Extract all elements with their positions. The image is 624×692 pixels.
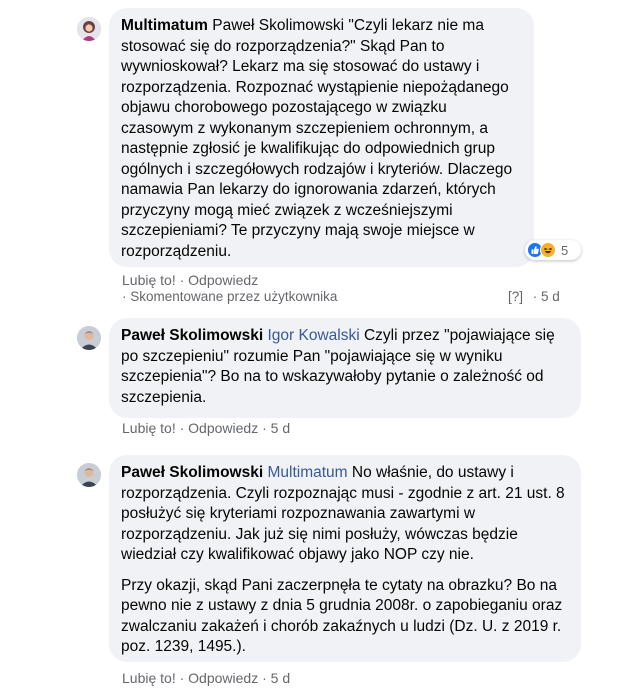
comment-bubble: Paweł Skolimowski Igor Kowalski Czyli pr… bbox=[109, 318, 581, 418]
mention-link[interactable]: Igor Kowalski bbox=[267, 327, 359, 344]
comment-paragraph: Paweł Skolimowski Multimatum No właśnie,… bbox=[121, 463, 569, 566]
unknown-marker: [?] bbox=[508, 289, 524, 304]
comment-author[interactable]: Paweł Skolimowski bbox=[121, 327, 263, 344]
like-link[interactable]: Lubię to! bbox=[122, 670, 176, 686]
commented-by-text: · Skomentowane przez użytkownika bbox=[122, 289, 338, 304]
comment-timestamp[interactable]: 5 d bbox=[271, 670, 290, 686]
comment-bubble: Paweł Skolimowski Multimatum No właśnie,… bbox=[109, 455, 581, 662]
separator-dot: · bbox=[179, 420, 185, 436]
comment-author[interactable]: Multimatum bbox=[121, 17, 208, 34]
reply-link[interactable]: Odpowiedz bbox=[188, 272, 258, 288]
reaction-count: 5 bbox=[561, 242, 569, 258]
separator-dot: · bbox=[179, 670, 185, 686]
separator-dot: · bbox=[262, 670, 267, 686]
comment-author[interactable]: Paweł Skolimowski bbox=[121, 464, 263, 481]
comment-text: Paweł Skolimowski "Czyli lekarz nie ma s… bbox=[121, 17, 513, 260]
haha-reaction-icon bbox=[540, 242, 556, 258]
avatar-woman-icon bbox=[77, 17, 101, 41]
reply-link[interactable]: Odpowiedz bbox=[188, 670, 258, 686]
avatar-man-icon bbox=[77, 463, 101, 487]
reactions-badge[interactable]: 5 bbox=[525, 240, 581, 260]
comment-paragraph: Przy okazji, skąd Pani zaczerpnęła te cy… bbox=[121, 576, 563, 656]
comment-actions: Lubię to! · Odpowiedz · 5 d bbox=[122, 419, 290, 437]
comment-timestamp[interactable]: · 5 d bbox=[533, 289, 560, 304]
reply-link[interactable]: Odpowiedz bbox=[188, 420, 258, 436]
avatar[interactable] bbox=[77, 17, 101, 41]
like-link[interactable]: Lubię to! bbox=[122, 272, 176, 288]
avatar[interactable] bbox=[77, 463, 101, 487]
comment-meta: [?] · 5 d bbox=[508, 289, 560, 304]
avatar[interactable] bbox=[77, 326, 101, 350]
comment-actions: Lubię to! · Odpowiedz · 5 d bbox=[122, 669, 290, 687]
separator-dot: · bbox=[262, 420, 267, 436]
comment-bubble: Multimatum Paweł Skolimowski "Czyli leka… bbox=[109, 8, 534, 267]
comment-actions: Lubię to! · Odpowiedz bbox=[122, 271, 258, 289]
like-link[interactable]: Lubię to! bbox=[122, 420, 176, 436]
comment-timestamp[interactable]: 5 d bbox=[271, 420, 290, 436]
mention-link[interactable]: Multimatum bbox=[267, 464, 347, 481]
separator-dot: · bbox=[179, 272, 185, 288]
avatar-man-icon bbox=[77, 326, 101, 350]
